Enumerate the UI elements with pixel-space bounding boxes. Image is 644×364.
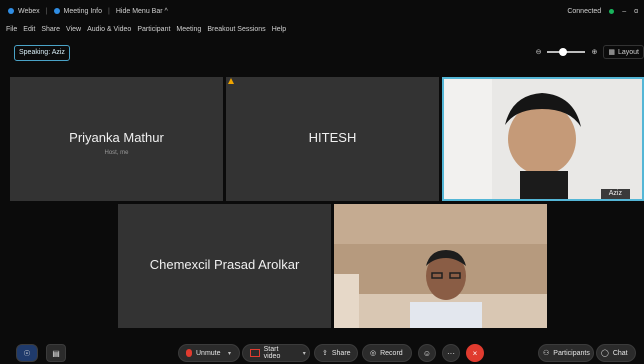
aziz-video-feed <box>442 77 644 201</box>
meeting-info-link[interactable]: Meeting Info <box>64 8 103 15</box>
chat-button[interactable]: ◯ Chat <box>596 344 636 362</box>
start-video-button[interactable]: Start video ▾ <box>242 344 310 362</box>
close-button[interactable]: ɑ <box>634 8 638 15</box>
record-button[interactable]: ◎ Record <box>362 344 412 362</box>
more-options-label: ··· <box>447 348 455 358</box>
participant-tile-hitesh[interactable]: HITESH <box>226 77 439 201</box>
layout-button[interactable]: ▦ Layout <box>603 45 644 59</box>
share-icon: ⇪ <box>322 350 328 357</box>
layout-label: Layout <box>617 48 639 56</box>
menu-help[interactable]: Help <box>272 26 286 33</box>
chevron-down-icon[interactable]: ▾ <box>299 350 309 357</box>
menu-file[interactable]: File <box>6 26 17 33</box>
participant-video-feed <box>334 204 547 328</box>
grid-icon: ▦ <box>608 49 615 56</box>
microphone-muted-icon <box>186 349 192 357</box>
participants-icon: ⚇ <box>543 350 550 357</box>
zoom-out-icon[interactable]: ⊖ <box>536 48 542 56</box>
menu-audio-video[interactable]: Audio & Video <box>87 26 131 33</box>
captions-button[interactable]: ▤ <box>46 344 66 362</box>
menu-view[interactable]: View <box>66 26 81 33</box>
warning-icon <box>228 78 234 84</box>
reactions-button[interactable]: ☺ <box>418 344 436 362</box>
meeting-info-icon[interactable] <box>53 8 60 14</box>
app-name: Webex <box>18 7 40 15</box>
record-icon: ◎ <box>370 350 377 357</box>
participant-tile-priyanka[interactable]: Priyanka Mathur Host, me <box>10 77 223 201</box>
separator: | <box>108 7 110 15</box>
unmute-label: Unmute <box>196 349 221 357</box>
connection-status: Connected <box>567 7 602 15</box>
hide-menu-bar-button[interactable]: Hide Menu Bar ^ <box>116 8 168 15</box>
participant-role: Host, me <box>104 150 129 156</box>
participant-tile-aziz[interactable]: Aziz <box>442 77 644 201</box>
leave-meeting-button[interactable]: × <box>466 344 484 362</box>
people-icon: ☉ <box>23 348 31 358</box>
close-icon: × <box>472 348 478 358</box>
title-bar: Webex | Meeting Info | Hide Menu Bar ^ C… <box>0 0 644 22</box>
zoom-and-layout: ⊖ ⊕ ▦ Layout <box>536 44 644 60</box>
more-options-button[interactable]: ··· <box>442 344 460 362</box>
separator: | <box>45 7 48 15</box>
record-label: Record <box>380 349 403 357</box>
participants-button[interactable]: ⚇ Participants <box>538 344 594 362</box>
share-button[interactable]: ⇪ Share <box>314 344 358 362</box>
menu-meeting[interactable]: Meeting <box>176 26 201 33</box>
zoom-in-icon[interactable]: ⊕ <box>591 48 597 56</box>
menu-bar: File Edit Share View Audio & Video Parti… <box>6 22 286 36</box>
unmute-button[interactable]: Unmute ▾ <box>178 344 240 362</box>
chat-label: Chat <box>612 349 628 357</box>
menu-participant[interactable]: Participant <box>137 26 170 33</box>
webex-logo-icon <box>8 8 14 14</box>
start-video-label: Start video <box>263 346 281 360</box>
participant-tile-chemexcil[interactable]: Chemexcil Prasad Arolkar <box>118 204 331 328</box>
connected-dot-icon <box>609 8 615 14</box>
camera-off-icon <box>250 349 260 357</box>
participant-name-label: Aziz <box>600 189 630 199</box>
chat-icon: ◯ <box>601 350 609 357</box>
participant-name: HITESH <box>308 130 357 145</box>
menu-edit[interactable]: Edit <box>23 26 35 33</box>
minimize-button[interactable]: – <box>622 8 626 15</box>
menu-share[interactable]: Share <box>41 26 60 33</box>
zoom-slider-knob[interactable] <box>559 48 568 56</box>
menu-breakout-sessions[interactable]: Breakout Sessions <box>207 26 265 33</box>
smiley-icon: ☺ <box>422 348 432 358</box>
share-label: Share <box>331 349 351 357</box>
captions-icon: ▤ <box>52 348 60 358</box>
participant-name: Chemexcil Prasad Arolkar <box>149 257 300 272</box>
meeting-toolbar: ☉ ▤ Unmute ▾ Start video ▾ ⇪ Share ◎ Rec… <box>0 340 644 364</box>
participant-tile-video[interactable] <box>334 204 547 328</box>
chevron-down-icon[interactable]: ▾ <box>225 350 235 357</box>
participant-name: Priyanka Mathur <box>69 130 164 145</box>
zoom-slider[interactable] <box>547 48 586 56</box>
app-logo-button[interactable]: ☉ <box>16 344 38 362</box>
speaking-indicator: Speaking: Aziz <box>14 45 70 61</box>
participants-label: Participants <box>553 349 590 357</box>
